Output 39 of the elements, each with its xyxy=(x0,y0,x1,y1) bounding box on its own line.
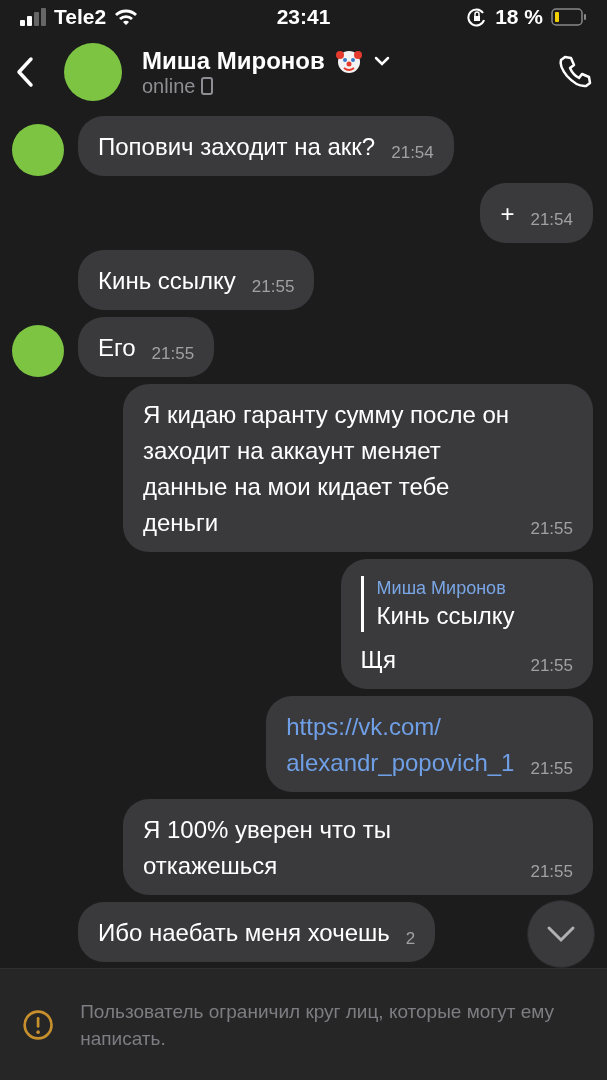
restriction-notice: Пользователь ограничил круг лиц, которые могут ему написать. xyxy=(80,999,556,1051)
message-time: 21:55 xyxy=(530,656,573,676)
message-time: 21:55 xyxy=(151,344,195,364)
quote-text: Кинь ссылку xyxy=(376,601,515,631)
message-time: 21:54 xyxy=(391,143,434,163)
battery-icon xyxy=(551,8,587,26)
phone-device-icon xyxy=(201,77,214,95)
contact-status: online xyxy=(142,74,196,98)
chevron-down-icon[interactable] xyxy=(372,54,391,67)
contact-avatar[interactable] xyxy=(64,43,122,101)
rotation-lock-icon xyxy=(467,7,488,27)
quoted-message[interactable]: Миша Миронов Кинь ссылку xyxy=(360,576,515,632)
chevron-down-icon xyxy=(546,925,576,943)
avatar[interactable] xyxy=(12,325,64,377)
message-time: 21:55 xyxy=(530,862,573,882)
message-text: Я 100% уверен что ты откажешься xyxy=(143,815,392,881)
message-time: 21:55 xyxy=(530,759,573,779)
clock: 23:41 xyxy=(276,5,331,29)
quote-author: Миша Миронов xyxy=(376,577,507,600)
message-text: Попович заходит на акк? xyxy=(98,132,376,162)
avatar[interactable] xyxy=(12,124,64,176)
message-text: Ибо наебать меня хочешь xyxy=(98,918,390,948)
message-time: 21:54 xyxy=(530,210,573,230)
wifi-icon xyxy=(114,8,139,26)
message-time: 21:55 xyxy=(530,519,573,539)
message-link[interactable]: https://vk.com/ alexandr_popovich_1 xyxy=(286,709,515,781)
signal-icon xyxy=(20,8,46,26)
message-text: Его xyxy=(98,333,136,363)
carrier-name: Tele2 xyxy=(54,5,107,29)
battery-percent: 18 % xyxy=(495,5,543,29)
phone-call-icon[interactable] xyxy=(557,54,593,90)
back-icon[interactable] xyxy=(16,56,34,88)
message-text: Я кидаю гаранту сумму после он заходит на аккаунт меняет данные на мои кидает тебе деньги xyxy=(143,400,510,538)
message-text: Щя xyxy=(360,645,398,675)
message-time: 2 xyxy=(405,929,416,949)
contact-name[interactable]: Миша Миронов xyxy=(142,46,325,75)
message-text: Кинь ссылку xyxy=(98,266,236,296)
message-text: + xyxy=(500,199,515,229)
message-time: 21:55 xyxy=(251,277,295,297)
